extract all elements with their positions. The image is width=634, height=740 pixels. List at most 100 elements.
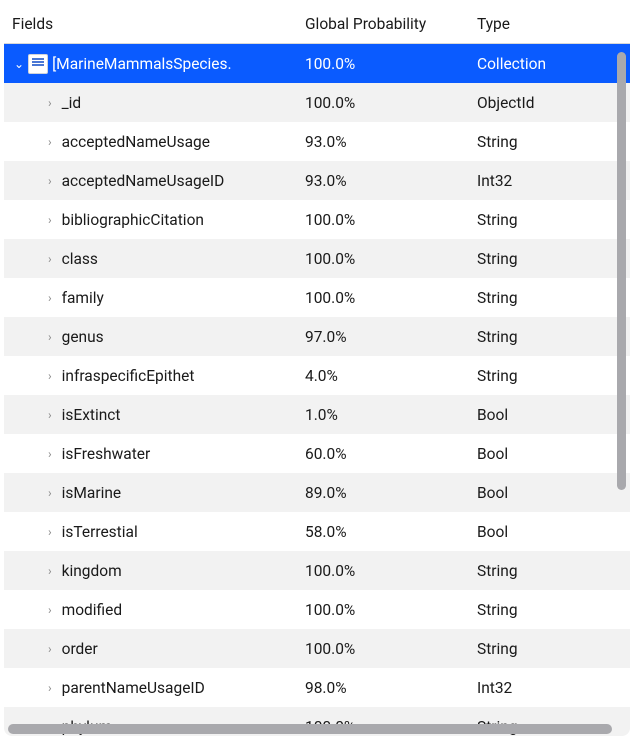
field-type: ObjectId — [471, 94, 630, 112]
field-type: String — [471, 250, 630, 268]
chevron-right-icon[interactable]: › — [48, 409, 52, 421]
field-row[interactable]: ›bibliographicCitation100.0%String — [4, 200, 630, 239]
field-row[interactable]: › kingdom 100.0%String — [4, 551, 630, 590]
field-row-fields: › kingdom — [4, 562, 299, 580]
field-row-fields: › acceptedNameUsage — [4, 133, 299, 151]
field-name: acceptedNameUsage — [62, 133, 210, 151]
field-name: genus — [62, 328, 104, 346]
field-probability: 100.0% — [299, 562, 471, 580]
field-row-fields: › infraspecificEpithet — [4, 367, 299, 385]
field-type: String — [471, 289, 630, 307]
collection-row-fields: ⌄ [MarineMammalsSpecies. — [4, 54, 299, 74]
field-type: Int32 — [471, 172, 630, 190]
chevron-right-icon[interactable]: › — [48, 370, 52, 382]
field-row[interactable]: › genus 97.0%String — [4, 317, 630, 356]
chevron-right-icon[interactable]: › — [48, 292, 52, 304]
collection-row[interactable]: ⌄ [MarineMammalsSpecies. 100.0% Collecti… — [4, 44, 630, 83]
field-row-fields: ›family — [4, 289, 299, 307]
field-type: String — [471, 367, 630, 385]
chevron-right-icon[interactable]: › — [48, 565, 52, 577]
field-row-fields: › parentNameUsageID — [4, 679, 299, 697]
chevron-right-icon[interactable]: › — [48, 214, 52, 226]
field-name: parentNameUsageID — [62, 679, 205, 697]
field-name: isFreshwater — [62, 445, 151, 463]
field-name: class — [62, 250, 98, 268]
collection-label: [MarineMammalsSpecies. — [52, 55, 232, 73]
field-type: String — [471, 328, 630, 346]
field-name: infraspecificEpithet — [62, 367, 195, 385]
chevron-right-icon[interactable]: › — [48, 487, 52, 499]
field-type: Bool — [471, 523, 630, 541]
header-fields[interactable]: Fields — [4, 15, 299, 33]
table-header: Fields Global Probability Type — [4, 4, 630, 44]
field-name: order — [62, 640, 98, 658]
chevron-right-icon[interactable]: › — [48, 136, 52, 148]
field-probability: 100.0% — [299, 601, 471, 619]
field-probability: 100.0% — [299, 94, 471, 112]
chevron-down-icon[interactable]: ⌄ — [14, 58, 24, 70]
field-probability: 98.0% — [299, 679, 471, 697]
field-name: kingdom — [62, 562, 122, 580]
field-row-fields: › isExtinct — [4, 406, 299, 424]
chevron-right-icon[interactable]: › — [48, 682, 52, 694]
field-row[interactable]: ›isTerrestial58.0%Bool — [4, 512, 630, 551]
field-probability: 89.0% — [299, 484, 471, 502]
field-row[interactable]: › infraspecificEpithet 4.0%String — [4, 356, 630, 395]
field-row[interactable]: › class 100.0%String — [4, 239, 630, 278]
schema-panel: Fields Global Probability Type ⌄ [Marine… — [0, 0, 634, 740]
field-row[interactable]: › isExtinct 1.0%Bool — [4, 395, 630, 434]
field-row[interactable]: › _id 100.0%ObjectId — [4, 83, 630, 122]
collection-type: Collection — [471, 55, 630, 73]
chevron-right-icon[interactable]: › — [48, 643, 52, 655]
field-type: Bool — [471, 445, 630, 463]
field-row[interactable]: ›acceptedNameUsage93.0%String — [4, 122, 630, 161]
field-row-fields: › isMarine — [4, 484, 299, 502]
field-name: isMarine — [62, 484, 122, 502]
field-type: String — [471, 211, 630, 229]
field-probability: 1.0% — [299, 406, 471, 424]
field-probability: 100.0% — [299, 250, 471, 268]
chevron-right-icon[interactable]: › — [48, 526, 52, 538]
field-type: String — [471, 562, 630, 580]
field-row-fields: › modified — [4, 601, 299, 619]
vertical-scrollbar[interactable] — [617, 52, 626, 490]
field-row[interactable]: › isFreshwater 60.0%Bool — [4, 434, 630, 473]
field-probability: 97.0% — [299, 328, 471, 346]
header-global-probability[interactable]: Global Probability — [299, 15, 471, 33]
field-name: isExtinct — [62, 406, 121, 424]
field-probability: 60.0% — [299, 445, 471, 463]
field-name: modified — [62, 601, 123, 619]
field-row-fields: ›acceptedNameUsageID — [4, 172, 299, 190]
field-type: String — [471, 640, 630, 658]
chevron-right-icon[interactable]: › — [48, 97, 52, 109]
field-type: Bool — [471, 406, 630, 424]
collection-probability: 100.0% — [299, 55, 471, 73]
field-row[interactable]: › parentNameUsageID 98.0%Int32 — [4, 668, 630, 707]
chevron-right-icon[interactable]: › — [48, 448, 52, 460]
field-row-fields: › isFreshwater — [4, 445, 299, 463]
chevron-right-icon[interactable]: › — [48, 175, 52, 187]
field-probability: 4.0% — [299, 367, 471, 385]
field-row[interactable]: ›acceptedNameUsageID93.0%Int32 — [4, 161, 630, 200]
chevron-right-icon[interactable]: › — [48, 331, 52, 343]
field-name: bibliographicCitation — [62, 211, 204, 229]
field-row[interactable]: › modified 100.0%String — [4, 590, 630, 629]
field-row-fields: ›isTerrestial — [4, 523, 299, 541]
field-type: String — [471, 601, 630, 619]
chevron-right-icon[interactable]: › — [48, 604, 52, 616]
field-probability: 93.0% — [299, 172, 471, 190]
field-type: Int32 — [471, 679, 630, 697]
header-type[interactable]: Type — [471, 15, 630, 33]
document-icon — [28, 54, 48, 74]
field-row-fields: › order — [4, 640, 299, 658]
scroll-area: Fields Global Probability Type ⌄ [Marine… — [4, 4, 630, 736]
field-row-fields: › genus — [4, 328, 299, 346]
field-probability: 100.0% — [299, 289, 471, 307]
field-row[interactable]: ›isMarine89.0%Bool — [4, 473, 630, 512]
field-row[interactable]: ›order100.0%String — [4, 629, 630, 668]
field-row[interactable]: ›family100.0%String — [4, 278, 630, 317]
chevron-right-icon[interactable]: › — [48, 253, 52, 265]
field-type: String — [471, 133, 630, 151]
horizontal-scrollbar[interactable] — [8, 724, 612, 734]
field-name: _id — [62, 94, 82, 112]
